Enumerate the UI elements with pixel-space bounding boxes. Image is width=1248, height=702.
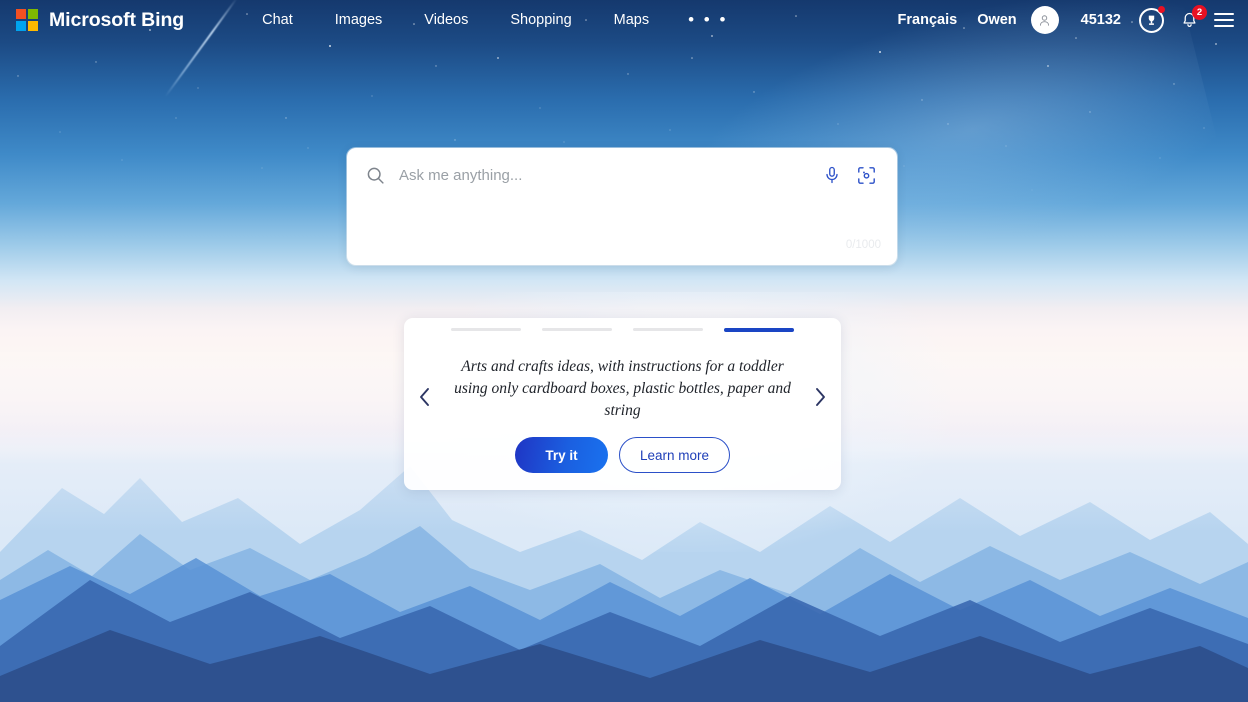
- carousel-pip-3[interactable]: [633, 328, 703, 331]
- rewards-trophy-icon: [1148, 15, 1155, 25]
- search-action-icons: [822, 165, 877, 186]
- carousel-pip-4[interactable]: [724, 328, 794, 332]
- learn-more-button[interactable]: Learn more: [618, 437, 731, 473]
- main-navigation: Chat Images Videos Shopping Maps • • •: [241, 6, 749, 34]
- avatar[interactable]: [1030, 6, 1059, 34]
- notifications-button[interactable]: 2: [1180, 4, 1207, 30]
- chevron-right-icon: [816, 388, 825, 406]
- rewards-points[interactable]: 45132: [1071, 8, 1131, 32]
- bing-brand-logo[interactable]: Microsoft Bing: [16, 9, 184, 32]
- visual-search-camera-icon[interactable]: [856, 165, 877, 186]
- nav-item-more[interactable]: • • •: [670, 6, 749, 34]
- username-label[interactable]: Owen: [967, 8, 1026, 32]
- microphone-icon[interactable]: [822, 165, 842, 185]
- carousel-next-button[interactable]: [805, 382, 835, 412]
- mountain-range-near: [0, 470, 1248, 702]
- carousel-indicators: [404, 328, 841, 332]
- notification-count-badge: 2: [1192, 4, 1207, 20]
- suggestion-prompt-text: Arts and crafts ideas, with instructions…: [454, 358, 791, 419]
- character-counter: 0/1000: [845, 239, 881, 251]
- carousel-pip-2[interactable]: [542, 328, 612, 331]
- search-input[interactable]: [399, 166, 822, 184]
- site-header: Microsoft Bing Chat Images Videos Shoppi…: [0, 0, 1248, 40]
- carousel-prev-button[interactable]: [410, 382, 440, 412]
- page-background: Microsoft Bing Chat Images Videos Shoppi…: [0, 0, 1248, 702]
- person-avatar-icon: [1040, 14, 1050, 26]
- hamburger-menu-icon[interactable]: [1214, 12, 1234, 28]
- nav-item-videos[interactable]: Videos: [403, 8, 489, 32]
- suggestion-carousel-card: Arts and crafts ideas, with instructions…: [404, 318, 841, 490]
- try-it-button[interactable]: Try it: [514, 437, 608, 473]
- nav-item-chat[interactable]: Chat: [241, 8, 314, 32]
- chevron-left-icon: [420, 388, 429, 406]
- search-input-row: [347, 148, 897, 202]
- carousel-actions: Try it Learn more: [404, 437, 841, 473]
- rewards-alert-dot: [1158, 5, 1165, 13]
- search-box: 0/1000: [347, 148, 897, 265]
- microsoft-logo-icon: [16, 9, 38, 31]
- search-icon: [365, 165, 386, 186]
- nav-item-shopping[interactable]: Shopping: [489, 8, 592, 32]
- nav-item-maps[interactable]: Maps: [593, 8, 670, 32]
- rewards-button[interactable]: [1139, 5, 1165, 33]
- header-right-cluster: Français Owen 45132 2: [888, 4, 1248, 34]
- mountain-range-front: [0, 526, 1248, 702]
- brand-name: Microsoft Bing: [49, 8, 185, 31]
- language-selector[interactable]: Français: [888, 8, 968, 32]
- nav-item-images[interactable]: Images: [314, 8, 404, 32]
- carousel-pip-1[interactable]: [451, 328, 521, 331]
